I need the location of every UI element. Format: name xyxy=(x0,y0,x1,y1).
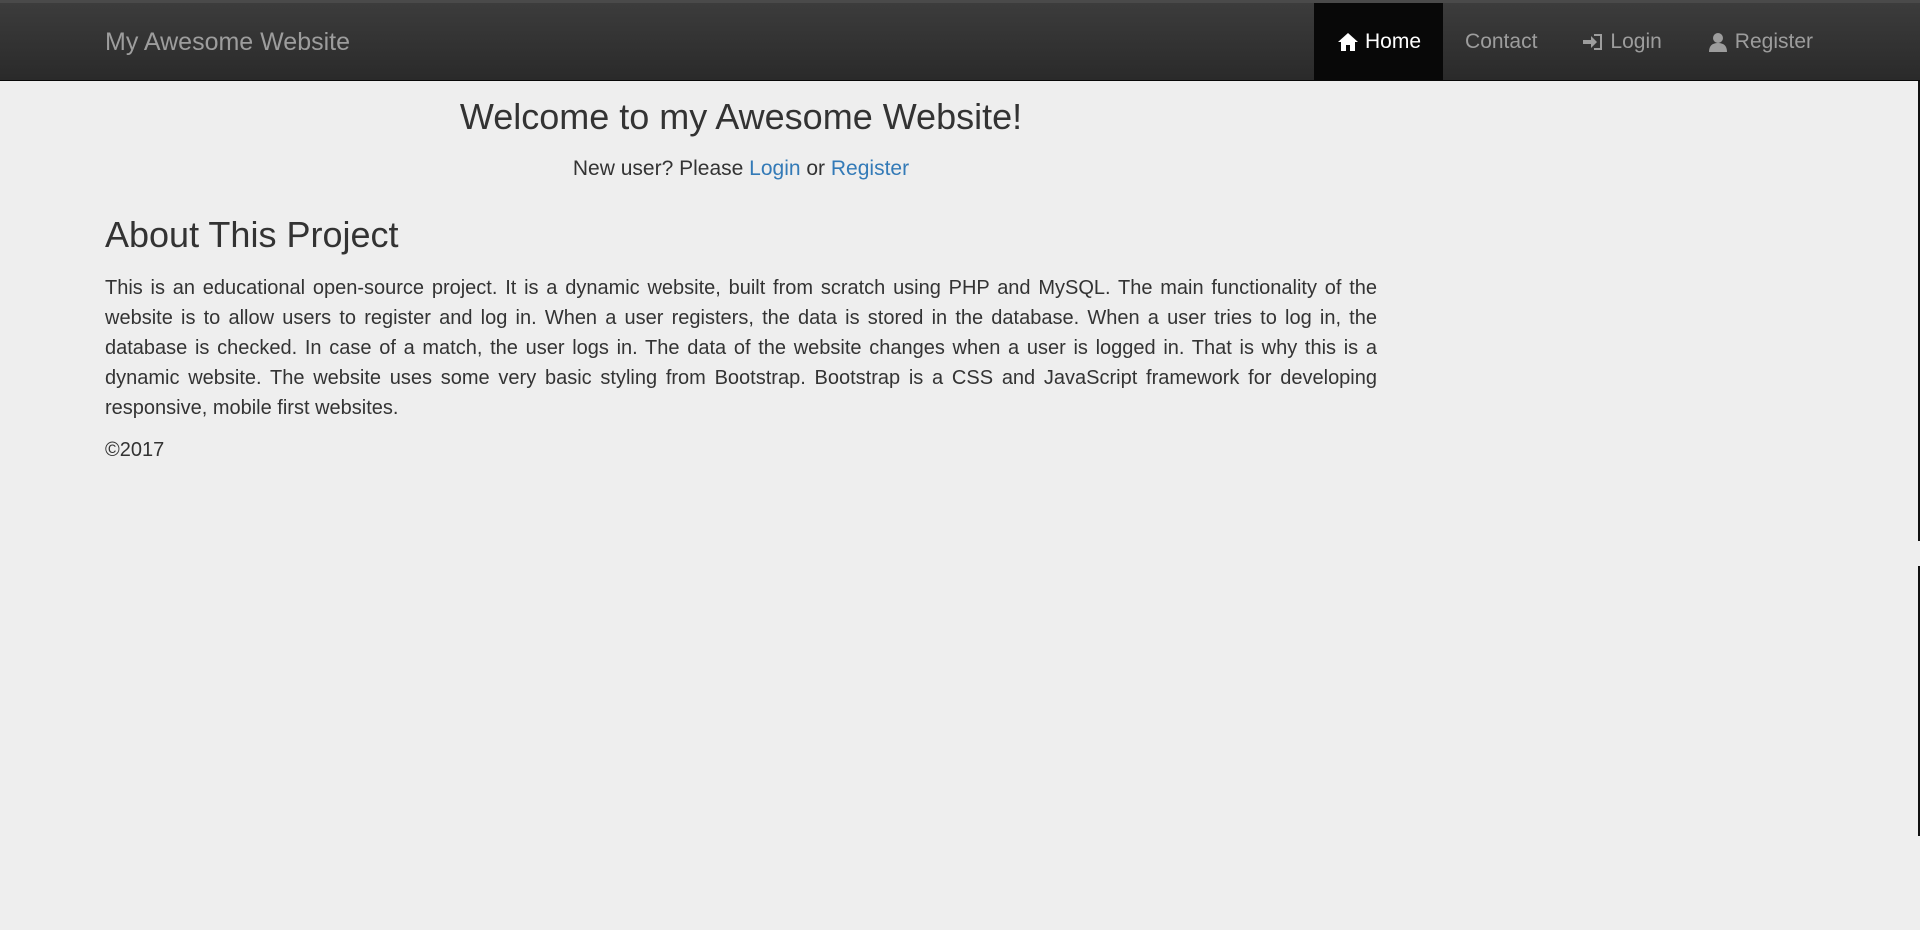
nav-menu: Home Contact Login Register xyxy=(1314,3,1835,81)
about-paragraph: This is an educational open-source proje… xyxy=(105,277,1377,420)
new-user-prompt: New user? Please Login or Register xyxy=(105,155,1377,182)
nav-item-login[interactable]: Login xyxy=(1559,3,1683,81)
user-icon xyxy=(1706,30,1730,54)
site-brand[interactable]: My Awesome Website xyxy=(105,3,350,81)
about-heading: About This Project xyxy=(105,214,399,256)
nav-item-register[interactable]: Register xyxy=(1684,3,1835,81)
prompt-text: New user? Please xyxy=(572,157,750,180)
nav-item-label: Login xyxy=(1610,30,1662,53)
register-link[interactable]: Register xyxy=(831,157,909,180)
login-link[interactable]: Login xyxy=(749,157,800,180)
or-text: or xyxy=(800,157,831,180)
copyright-text: ©2017 xyxy=(105,439,165,462)
nav-item-label: Contact xyxy=(1465,30,1538,53)
home-icon xyxy=(1336,30,1360,54)
welcome-heading: Welcome to my Awesome Website! xyxy=(459,96,1023,137)
nav-item-contact[interactable]: Contact xyxy=(1443,3,1559,81)
nav-item-home[interactable]: Home xyxy=(1314,3,1444,81)
login-icon xyxy=(1581,30,1605,54)
nav-item-label: Home xyxy=(1365,30,1422,53)
main-content: Welcome to my Awesome Website! New user?… xyxy=(105,81,1377,463)
top-navbar: My Awesome Website Home Contact Login Re… xyxy=(0,0,1920,81)
nav-item-label: Register xyxy=(1734,30,1813,53)
